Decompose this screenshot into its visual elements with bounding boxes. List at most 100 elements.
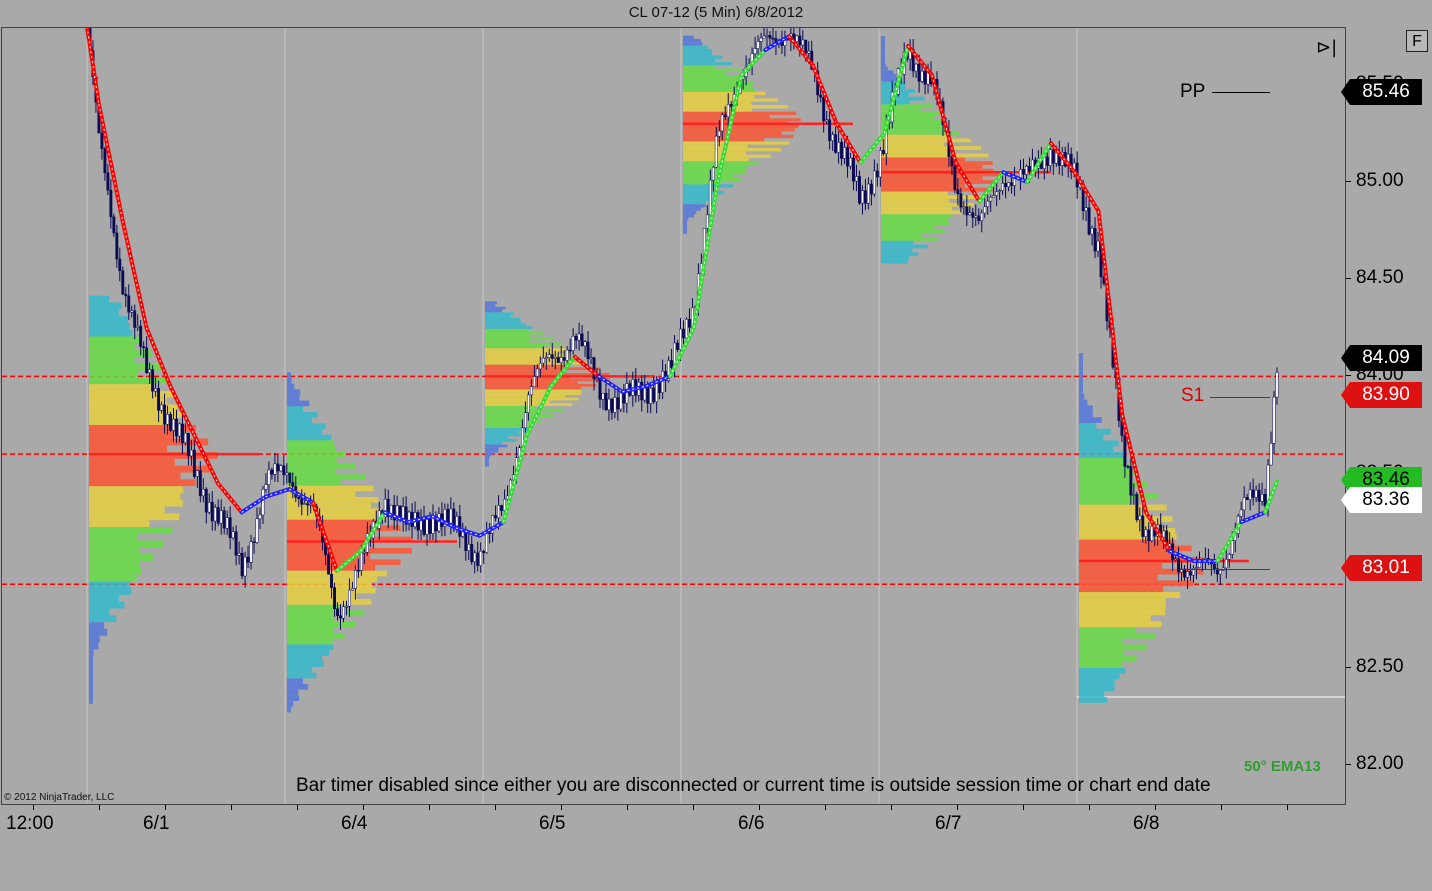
chart-plot-area[interactable] bbox=[1, 27, 1346, 805]
candle-body bbox=[714, 135, 718, 168]
candle-body bbox=[139, 325, 143, 347]
candle-body bbox=[720, 114, 724, 132]
candle-body bbox=[640, 381, 644, 401]
candle-body bbox=[1257, 489, 1261, 502]
profile-bar bbox=[485, 337, 554, 340]
x-axis[interactable]: 12:00 6/1 6/4 6/5 6/6 6/7 6/8 bbox=[0, 805, 1346, 845]
candle-body bbox=[1263, 494, 1267, 507]
profile-bar bbox=[485, 422, 536, 426]
profile-bar bbox=[881, 210, 962, 215]
candle-body bbox=[437, 513, 441, 532]
profile-bar bbox=[881, 236, 937, 241]
candle-body bbox=[282, 465, 286, 476]
profile-bar bbox=[89, 329, 133, 337]
candle-body bbox=[1004, 182, 1008, 188]
candle-body bbox=[1242, 497, 1246, 511]
y-axis[interactable]: 82.0082.5083.0083.5084.0084.5085.0085.50… bbox=[1341, 27, 1432, 805]
candle-body bbox=[622, 392, 626, 404]
profile-bar bbox=[485, 430, 519, 434]
ema-segment bbox=[596, 374, 625, 394]
profile-bar bbox=[89, 533, 138, 541]
profile-bar bbox=[881, 244, 928, 249]
profile-bar bbox=[1079, 685, 1115, 692]
profile-bar bbox=[683, 65, 716, 69]
candle-body bbox=[353, 569, 357, 589]
profile-bar bbox=[287, 508, 381, 514]
profile-bar bbox=[485, 378, 610, 382]
profile-bar bbox=[485, 450, 499, 453]
profile-bar bbox=[89, 520, 150, 527]
candle-body bbox=[1227, 554, 1231, 560]
profile-bar bbox=[287, 530, 375, 537]
candle-body bbox=[613, 397, 617, 413]
candle-body bbox=[825, 119, 829, 122]
profile-bar bbox=[1079, 632, 1156, 639]
candle-body bbox=[297, 497, 301, 500]
candle-body bbox=[553, 357, 557, 359]
candle-body bbox=[598, 378, 602, 400]
profile-bar bbox=[881, 85, 906, 90]
profile-bar bbox=[89, 615, 117, 623]
profile-bar bbox=[1079, 370, 1083, 377]
candle-body bbox=[1224, 559, 1228, 569]
candle-body bbox=[568, 349, 572, 352]
candle-body bbox=[1054, 152, 1058, 164]
candle-body bbox=[556, 357, 560, 363]
profile-bar bbox=[287, 377, 292, 384]
play-end-icon[interactable]: ⊳| bbox=[1316, 37, 1338, 58]
candle-body bbox=[362, 552, 366, 554]
profile-bar bbox=[881, 195, 985, 200]
candle-body bbox=[529, 386, 533, 396]
candle-body bbox=[121, 270, 125, 295]
profile-bar bbox=[89, 574, 137, 582]
profile-bar bbox=[881, 146, 981, 150]
candle-body bbox=[658, 382, 662, 393]
candle-body bbox=[872, 170, 876, 195]
candle-body bbox=[309, 504, 313, 506]
candle-body bbox=[1096, 240, 1100, 252]
candle-body bbox=[467, 543, 471, 551]
x-tick-mark bbox=[891, 805, 892, 810]
profile-bar bbox=[683, 81, 753, 86]
profile-bar bbox=[1079, 516, 1173, 523]
candle-body bbox=[688, 319, 691, 328]
candle-body bbox=[133, 310, 137, 328]
profile-bar bbox=[683, 45, 708, 49]
candle-body bbox=[595, 378, 599, 380]
profile-bar bbox=[89, 513, 180, 521]
candle-body bbox=[532, 376, 536, 388]
profile-bar bbox=[1079, 487, 1131, 493]
profile-bar bbox=[1079, 387, 1083, 394]
x-tick-mark bbox=[1287, 805, 1288, 810]
candle-body bbox=[723, 114, 727, 118]
profile-bar bbox=[89, 316, 128, 323]
candle-body bbox=[458, 516, 462, 537]
profile-bar bbox=[485, 444, 508, 448]
profile-bar bbox=[485, 389, 582, 393]
candle-body bbox=[127, 295, 131, 313]
profile-bar bbox=[881, 191, 948, 196]
profile-bar bbox=[881, 47, 885, 52]
profile-bar bbox=[485, 414, 554, 417]
candle-body bbox=[711, 166, 715, 181]
profile-bar bbox=[287, 599, 372, 605]
profile-bar bbox=[881, 259, 909, 264]
candle-body bbox=[840, 141, 844, 159]
profile-bar bbox=[89, 649, 94, 657]
x-tick-mark bbox=[693, 805, 694, 810]
candle-body bbox=[655, 382, 659, 403]
candle-body bbox=[145, 347, 149, 374]
candle-body bbox=[541, 357, 545, 364]
candle-body bbox=[580, 333, 584, 347]
candle-body bbox=[175, 418, 178, 437]
candle-body bbox=[956, 189, 960, 195]
profile-bar bbox=[485, 425, 530, 428]
candle-body bbox=[661, 371, 665, 393]
profile-bar bbox=[485, 350, 559, 354]
profile-bar bbox=[1079, 463, 1130, 470]
candle-body bbox=[270, 469, 274, 475]
profile-bar bbox=[881, 164, 983, 169]
candle-body bbox=[1239, 509, 1243, 517]
x-tick-mark bbox=[825, 805, 826, 810]
candle-body bbox=[359, 552, 363, 571]
